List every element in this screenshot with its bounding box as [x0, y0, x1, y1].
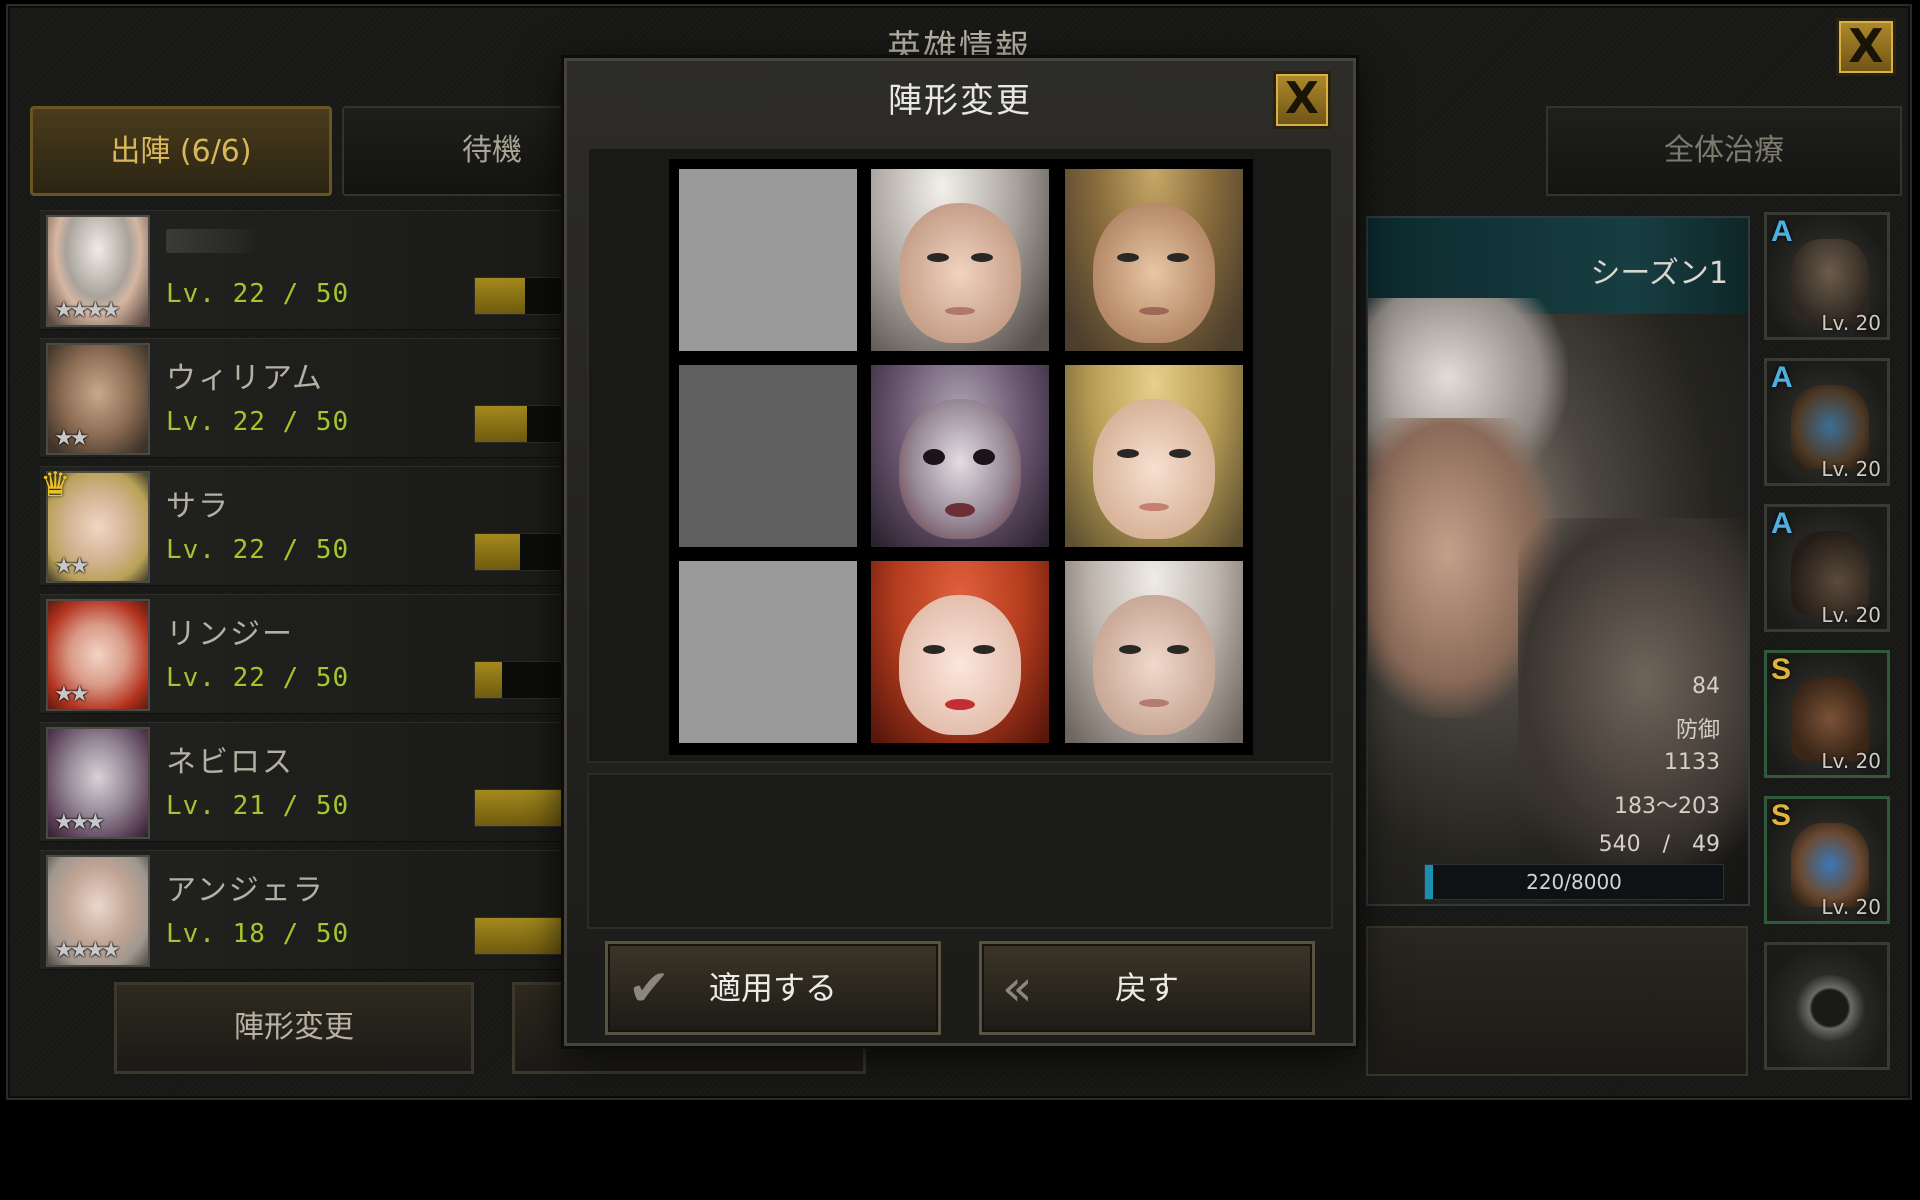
hero-name: サラ: [166, 489, 230, 524]
ring-icon: [1793, 975, 1867, 1041]
hero-row-2[interactable]: ★★ ウィリアム Lv. 22 / 50: [40, 338, 594, 458]
star-rating: ★★: [54, 682, 90, 707]
dialog-title: 陣形変更: [888, 81, 1032, 121]
hero-row-4[interactable]: ★★ リンジー Lv. 22 / 50: [40, 594, 594, 714]
heal-all-button[interactable]: 全体治療: [1546, 106, 1902, 196]
hero-portrait: ★★★: [46, 727, 150, 839]
tab-deploy[interactable]: 出陣 (6/6): [30, 106, 332, 196]
equip-level: Lv. 20: [1821, 311, 1881, 335]
hero-portrait: ★★: [46, 343, 150, 455]
hero-xp-fill: [475, 278, 525, 314]
hero-row-1[interactable]: ★★★★ Lv. 22 / 50: [40, 210, 594, 330]
star-rating: ★★: [54, 426, 90, 451]
equip-level: Lv. 20: [1821, 603, 1881, 627]
hero-level: Lv. 22 / 50: [166, 535, 350, 565]
hero-xp-fill: [475, 662, 503, 698]
apply-button-label: 適用する: [708, 969, 837, 1007]
formation-slot-hero[interactable]: [1065, 365, 1243, 547]
formation-info-panel: [587, 773, 1333, 929]
stat-label-defense: 防御: [1675, 718, 1720, 743]
hero-level: Lv. 21 / 50: [166, 791, 350, 821]
equip-slot-bracer[interactable]: S Lv. 20: [1764, 796, 1890, 924]
equip-grade: A: [1771, 361, 1793, 394]
stat-range: 183〜203: [1614, 794, 1720, 819]
hero-row-6[interactable]: ★★★★ アンジェラ Lv. 18 / 50: [40, 850, 594, 970]
hero-level: Lv. 22 / 50: [166, 663, 350, 693]
equip-grade: S: [1771, 653, 1792, 686]
formation-slot-empty[interactable]: [679, 365, 857, 547]
hero-name-placeholder: [166, 229, 258, 253]
dialog-close-button[interactable]: X: [1273, 71, 1331, 129]
formation-slot-hero[interactable]: [871, 561, 1049, 743]
hero-name: ウィリアム: [166, 361, 324, 396]
formation-slot-hero[interactable]: [1065, 561, 1243, 743]
hero-portrait: ★★★★: [46, 855, 150, 967]
hero-name: リンジー: [166, 617, 294, 652]
character-exp-text: 220/8000: [1526, 870, 1622, 894]
season-label: シーズン1: [1590, 256, 1728, 291]
equip-grade: A: [1771, 215, 1793, 248]
stat-value: 1133: [1664, 750, 1720, 775]
equip-level: Lv. 20: [1821, 749, 1881, 773]
hero-row-5[interactable]: ★★★ ネビロス Lv. 21 / 50: [40, 722, 594, 842]
formation-slot-hero[interactable]: [871, 169, 1049, 351]
star-rating: ★★★: [54, 810, 105, 835]
equip-slot-boots[interactable]: S Lv. 20: [1764, 650, 1890, 778]
equip-level: Lv. 20: [1821, 457, 1881, 481]
hero-portrait: ♛ ★★: [40, 465, 150, 583]
hero-xp-fill: [475, 534, 520, 570]
equip-grade: S: [1771, 799, 1792, 832]
equip-slot-armor[interactable]: A Lv. 20: [1764, 358, 1890, 486]
hero-level: Lv. 22 / 50: [166, 279, 350, 309]
character-panel: シーズン1 84 防御 1133 183〜203 540 / 49 220/80…: [1366, 216, 1750, 906]
hero-level: Lv. 18 / 50: [166, 919, 350, 949]
back-button-label: 戻す: [1114, 969, 1179, 1007]
formation-slot-empty[interactable]: [679, 561, 857, 743]
hero-portrait: ★★: [46, 599, 150, 711]
equip-grade: A: [1771, 507, 1793, 540]
character-exp-bar: 220/8000: [1424, 864, 1724, 900]
stat-value: 84: [1692, 674, 1720, 699]
stat-pair: 540 / 49: [1598, 832, 1720, 857]
hero-name: アンジェラ: [166, 873, 325, 908]
star-rating: ★★: [54, 554, 90, 579]
character-info-panel: [1366, 926, 1748, 1076]
leader-crown-icon: ♛: [40, 465, 71, 505]
window-close-button[interactable]: X: [1836, 18, 1896, 76]
formation-slot-empty[interactable]: [679, 169, 857, 351]
hero-level: Lv. 22 / 50: [166, 407, 350, 437]
formation-slot-hero[interactable]: [1065, 169, 1243, 351]
formation-grid: [669, 159, 1253, 755]
star-rating: ★★★★: [54, 298, 121, 323]
equip-slot-ring[interactable]: [1764, 942, 1890, 1070]
hero-row-3[interactable]: ♛ ★★ サラ Lv. 22 / 50: [40, 465, 594, 586]
hero-portrait: ★★★★: [46, 215, 150, 327]
back-button[interactable]: « 戻す: [979, 941, 1315, 1035]
formation-change-button[interactable]: 陣形変更: [114, 982, 474, 1074]
equip-level: Lv. 20: [1821, 895, 1881, 919]
double-chevron-left-icon: «: [1002, 959, 1033, 1017]
checkmark-icon: ✔: [628, 959, 670, 1017]
formation-dialog: 陣形変更 X ✔ 適用する « 戻す: [564, 58, 1356, 1046]
star-rating: ★★★★: [54, 938, 121, 963]
hero-name: ネビロス: [166, 745, 294, 780]
apply-button[interactable]: ✔ 適用する: [605, 941, 941, 1035]
hero-xp-fill: [475, 406, 527, 442]
equip-slot-gloves[interactable]: A Lv. 20: [1764, 504, 1890, 632]
equip-slot-helmet[interactable]: A Lv. 20: [1764, 212, 1890, 340]
formation-slot-hero[interactable]: [871, 365, 1049, 547]
